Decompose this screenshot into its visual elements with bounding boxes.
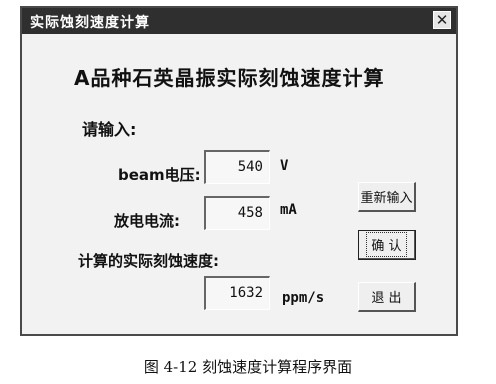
input-prompt: 请输入: xyxy=(82,120,137,139)
window-title: 实际蚀刻速度计算 xyxy=(30,15,150,31)
confirm-button[interactable]: 确 认 xyxy=(358,230,416,260)
result-output: 1632 xyxy=(204,276,270,310)
calculator-window: 实际蚀刻速度计算 ✕ A品种石英晶振实际刻蚀速度计算 请输入: beam电压: … xyxy=(20,6,458,336)
close-icon: ✕ xyxy=(435,10,449,29)
confirm-button-label: 确 认 xyxy=(366,232,407,257)
figure-caption: 图 4-12 刻蚀速度计算程序界面 xyxy=(143,358,353,376)
beam-voltage-input[interactable]: 540 xyxy=(204,150,270,184)
exit-button-label: 退 出 xyxy=(371,291,402,306)
beam-voltage-label: beam电压: xyxy=(118,166,201,184)
discharge-current-label: 放电电流: xyxy=(114,212,180,230)
reset-button[interactable]: 重新输入 xyxy=(358,182,416,212)
title-bar: 实际蚀刻速度计算 ✕ xyxy=(22,8,456,34)
page-heading: A品种石英晶振实际刻蚀速度计算 xyxy=(74,66,385,90)
exit-button[interactable]: 退 出 xyxy=(358,282,416,312)
close-button[interactable]: ✕ xyxy=(433,11,451,29)
discharge-current-input[interactable]: 458 xyxy=(204,196,270,230)
beam-voltage-unit: V xyxy=(280,158,289,174)
result-unit: ppm/s xyxy=(282,290,325,306)
reset-button-label: 重新输入 xyxy=(360,191,413,206)
discharge-current-unit: mA xyxy=(280,202,297,218)
result-label: 计算的实际刻蚀速度: xyxy=(78,252,219,270)
